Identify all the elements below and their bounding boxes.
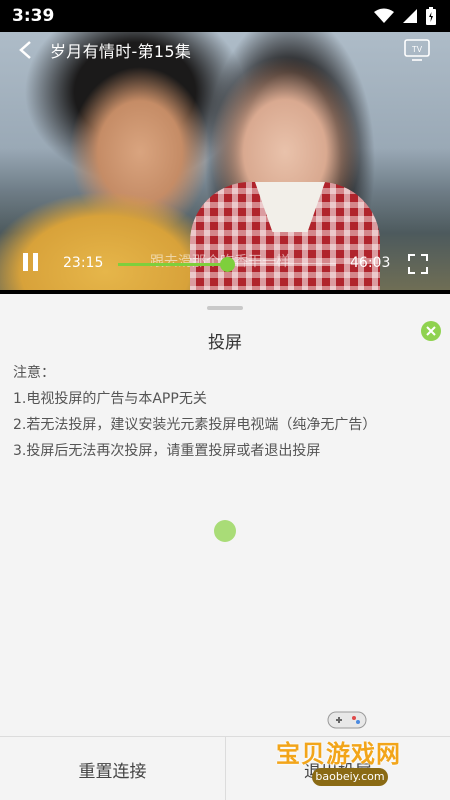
reset-connection-button[interactable]: 重置连接 bbox=[0, 737, 225, 800]
close-icon[interactable] bbox=[421, 321, 441, 341]
video-title: 岁月有情时-第15集 bbox=[50, 42, 192, 61]
player-top-bar: 岁月有情时-第15集 bbox=[0, 32, 450, 68]
tv-cast-icon[interactable]: TV bbox=[404, 39, 430, 61]
status-icons bbox=[374, 7, 436, 25]
status-bar: 3:39 bbox=[0, 0, 450, 32]
video-player[interactable]: 岁月有情时-第15集 TV 23:15 跟去滑那个吃香干一样 46:03 bbox=[0, 32, 450, 290]
seek-thumb[interactable] bbox=[220, 257, 235, 272]
watermark-name: 宝贝游戏网 bbox=[276, 740, 401, 768]
sheet-title: 投屏 bbox=[208, 333, 242, 353]
site-watermark-logo: 宝贝游戏网 baobeiy.com bbox=[268, 700, 428, 796]
signal-icon bbox=[403, 9, 417, 23]
current-time: 23:15 bbox=[63, 255, 104, 271]
gamepad-icon bbox=[327, 711, 367, 729]
pause-icon[interactable] bbox=[22, 253, 40, 275]
back-icon[interactable] bbox=[18, 39, 40, 61]
note-item: 1.电视投屏的广告与本APP无关 bbox=[13, 391, 207, 407]
player-controls: 23:15 跟去滑那个吃香干一样 46:03 bbox=[0, 240, 450, 290]
seek-bar[interactable] bbox=[118, 257, 336, 272]
battery-icon bbox=[426, 7, 436, 25]
note-item: 3.投屏后无法再次投屏，请重置投屏或者退出投屏 bbox=[13, 443, 321, 459]
fullscreen-icon[interactable] bbox=[408, 254, 428, 274]
total-time: 46:03 bbox=[350, 255, 391, 271]
status-time: 3:39 bbox=[12, 6, 55, 26]
notes-list: 注意： 1.电视投屏的广告与本APP无关 2.若无法投屏，建议安装光元素投屏电视… bbox=[13, 360, 438, 464]
notes-heading: 注意： bbox=[13, 365, 55, 381]
seek-bar-fill bbox=[118, 263, 227, 266]
loading-indicator bbox=[214, 520, 236, 542]
wifi-icon bbox=[374, 8, 394, 23]
watermark-url: baobeiy.com bbox=[312, 768, 388, 786]
svg-text:TV: TV bbox=[412, 45, 423, 54]
sheet-drag-handle[interactable] bbox=[207, 306, 243, 310]
note-item: 2.若无法投屏，建议安装光元素投屏电视端（纯净无广告） bbox=[13, 417, 377, 433]
